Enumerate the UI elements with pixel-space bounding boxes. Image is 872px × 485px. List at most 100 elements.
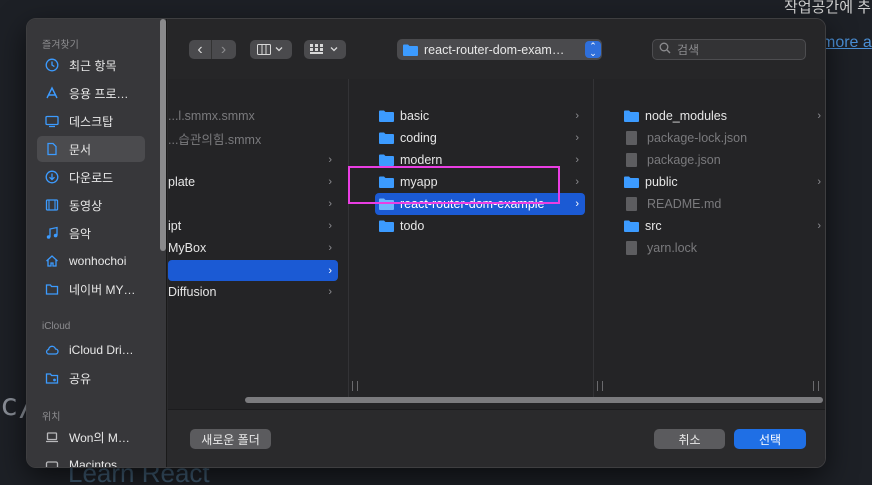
download-icon (44, 170, 59, 184)
group-by-button[interactable] (304, 40, 346, 59)
sidebar-item-music[interactable]: 음악 (37, 220, 145, 246)
select-button[interactable]: 선택 (734, 429, 806, 449)
column-view-icon (250, 40, 292, 59)
column-view-button[interactable] (250, 40, 292, 59)
list-item[interactable]: plate › (168, 171, 338, 193)
chevron-right-icon: › (575, 132, 579, 144)
chevron-right-icon: › (328, 176, 332, 188)
background-heading-text: 작업공간에 추 (784, 0, 871, 16)
list-item[interactable]: Diffusion › (168, 281, 338, 303)
horizontal-scrollbar[interactable] (245, 397, 823, 403)
sidebar-item-label: Macintos… (69, 458, 130, 468)
sidebar-item-desktop[interactable]: 데스크탑 (37, 108, 145, 134)
open-file-dialog: 즐겨찾기 최근 항목 응용 프로… 데스크탑 문서 다운로드 동영상 음악 wo… (26, 18, 826, 468)
list-item[interactable]: › (168, 193, 338, 215)
sidebar-item-label: 네이버 MY… (69, 282, 136, 297)
sidebar-item-label: Won의 M… (69, 430, 130, 445)
sidebar-item-downloads[interactable]: 다운로드 (37, 164, 145, 190)
folder-icon (379, 220, 394, 232)
list-item[interactable]: node_modules › (624, 105, 825, 127)
sidebar-item-documents[interactable]: 문서 (37, 136, 145, 162)
list-item[interactable]: README.md (624, 193, 825, 215)
annotation-highlight-box (348, 166, 560, 204)
sidebar-item-label: 공유 (69, 371, 92, 386)
sidebar-item-home[interactable]: wonhochoi (37, 248, 145, 274)
chevron-right-icon: › (575, 110, 579, 122)
chevron-right-icon: › (575, 198, 579, 210)
list-item[interactable]: package.json (624, 149, 825, 171)
column-projects: basic › coding › modern › myapp › react-rout… (349, 79, 593, 399)
sidebar-item-label: iCloud Dri… (69, 343, 134, 357)
sidebar-item-label: 음악 (69, 226, 92, 241)
apps-icon (44, 86, 59, 100)
markdown-file-icon (626, 197, 637, 211)
list-item[interactable]: ...l.smmx.smmx (168, 105, 344, 127)
list-item[interactable]: basic › (379, 105, 585, 127)
list-item[interactable]: ...습관의힘.smmx (168, 127, 344, 149)
file-icon (626, 153, 637, 167)
folder-icon (624, 110, 639, 122)
list-item[interactable]: MyBox › (168, 237, 338, 259)
chevron-right-icon: › (575, 176, 579, 188)
list-item[interactable]: › (168, 149, 338, 171)
folder-icon (379, 154, 394, 166)
list-item[interactable]: src › (624, 215, 825, 237)
list-item[interactable]: ipt › (168, 215, 338, 237)
sidebar-item-movies[interactable]: 동영상 (37, 192, 145, 218)
chevron-right-icon: › (328, 220, 332, 232)
forward-button[interactable]: › (212, 40, 235, 59)
chevron-right-icon: › (328, 198, 332, 210)
navigation-buttons: ‹ › (189, 40, 236, 59)
sidebar-item-naver-mybox[interactable]: 네이버 MY… (37, 276, 145, 302)
cloud-icon (44, 343, 59, 357)
sidebar-item-macbook[interactable]: Won의 M… (37, 424, 145, 450)
clock-icon (44, 58, 59, 72)
search-icon (659, 42, 671, 57)
new-folder-button[interactable]: 새로운 폴더 (190, 429, 271, 449)
sidebar-item-icloud-drive[interactable]: iCloud Dri… (37, 337, 145, 363)
background-more-link[interactable]: more a (822, 34, 872, 52)
toolbar: ‹ › react-router-dom-exam… ⌃ ⌄ (168, 19, 825, 79)
search-input[interactable] (677, 42, 797, 57)
sidebar-scrollbar[interactable] (160, 19, 166, 251)
sidebar-section-locations: 위치 (42, 412, 61, 423)
file-icon (626, 131, 637, 145)
list-item[interactable]: todo (379, 215, 585, 237)
home-icon (44, 254, 59, 268)
grid-view-icon (304, 40, 346, 59)
column-parent: ...l.smmx.smmx ...습관의힘.smmx › plate › › i… (168, 79, 348, 399)
sidebar-item-macintosh-hd[interactable]: Macintos… (37, 452, 145, 468)
sidebar-item-label: 다운로드 (69, 170, 114, 185)
search-field[interactable] (652, 39, 806, 60)
back-button[interactable]: ‹ (189, 40, 212, 59)
folder-icon (44, 282, 59, 296)
list-item[interactable]: public › (624, 171, 825, 193)
sidebar-item-recents[interactable]: 최근 항목 (37, 52, 145, 78)
film-icon (44, 198, 59, 212)
sidebar-section-icloud: iCloud (42, 321, 71, 332)
cancel-button[interactable]: 취소 (654, 429, 725, 449)
document-icon (44, 142, 59, 156)
sidebar-item-shared[interactable]: 공유 (37, 365, 145, 391)
chevron-right-icon: › (328, 242, 332, 254)
list-item[interactable]: yarn.lock (624, 237, 825, 259)
list-item-selected[interactable]: › (168, 260, 338, 281)
disk-icon (44, 458, 59, 467)
sidebar-item-applications[interactable]: 응용 프로… (37, 80, 145, 106)
folder-icon (624, 176, 639, 188)
chevron-right-icon: › (817, 176, 821, 188)
column-resize-handle[interactable] (813, 381, 819, 391)
music-icon (44, 226, 59, 240)
list-item[interactable]: package-lock.json (624, 127, 825, 149)
desktop-icon (44, 114, 59, 128)
list-item[interactable]: coding › (379, 127, 585, 149)
shared-folder-icon (44, 371, 59, 385)
chevron-right-icon: › (817, 220, 821, 232)
chevron-right-icon: › (328, 154, 332, 166)
sidebar-item-label: 응용 프로… (69, 86, 129, 101)
sidebar: 즐겨찾기 최근 항목 응용 프로… 데스크탑 문서 다운로드 동영상 음악 wo… (27, 19, 167, 468)
dialog-footer: 새로운 폴더 취소 선택 (168, 409, 825, 467)
sidebar-section-favorites: 즐겨찾기 (42, 40, 79, 51)
path-popup[interactable]: react-router-dom-exam… ⌃ ⌄ (397, 39, 602, 60)
path-label: react-router-dom-exam… (424, 42, 565, 57)
